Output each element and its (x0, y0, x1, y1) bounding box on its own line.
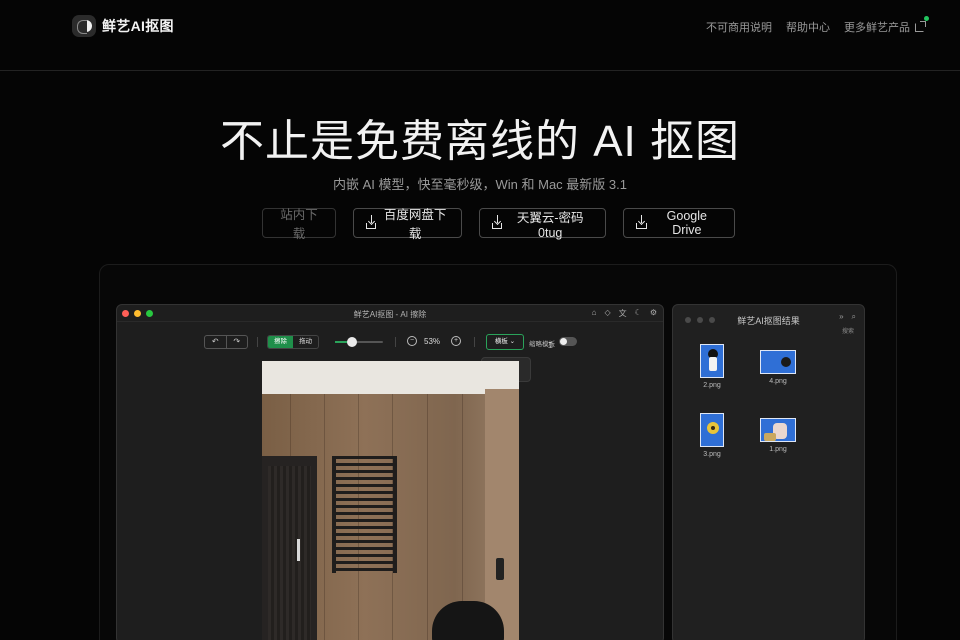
toolbar-divider (257, 337, 258, 347)
search-icon[interactable]: ⌕ (852, 312, 856, 322)
photo-cabinet (262, 456, 317, 640)
brand-logo[interactable]: 鲜艺AI抠图 (72, 14, 174, 38)
photo-flush-plate (496, 558, 504, 580)
undo-icon[interactable]: ↶ (205, 336, 227, 348)
nav-help-center[interactable]: 帮助中心 (786, 19, 830, 35)
brush-size-knob[interactable] (346, 337, 357, 347)
download-google-drive-label: Google Drive (666, 209, 707, 237)
results-title: 鲜艺AI抠图结果 (737, 316, 800, 326)
site-header: 鲜艺AI抠图 不可商用说明 帮助中心 更多鲜艺产品 (0, 0, 960, 71)
toolbar-divider (395, 337, 396, 347)
download-google-drive-button[interactable]: Google Drive (623, 208, 735, 238)
result-file-item[interactable]: 1.png (748, 418, 808, 453)
thumbnail-subject (764, 433, 776, 441)
orientation-select[interactable]: 横板 ⌄ (486, 334, 524, 350)
photo-ceiling (262, 361, 519, 394)
editor-toolbar: ↶ ↷ 擦除 拖动 − 53% + 横板 ⌄ 缩略模板 (117, 333, 663, 351)
result-filename: 4.png (769, 378, 787, 385)
thumbnail-toggle[interactable] (559, 337, 577, 346)
app-window: 鲜艺AI抠图 - AI 擦除 ⌂ ◇ 文 ☾ ⚙ ↶ ↷ 擦除 拖动 − 53%… (116, 304, 664, 640)
results-search-label: 搜索 (841, 329, 854, 335)
zoom-out-icon[interactable]: − (407, 336, 417, 346)
thumbnail-subject (711, 426, 715, 430)
results-tools: » ⌕ (839, 312, 856, 322)
zoom-level: 53% (424, 337, 441, 346)
download-site-button[interactable]: 站内下载 (262, 208, 336, 241)
expand-icon[interactable]: » (839, 312, 843, 322)
result-thumbnail (760, 350, 796, 374)
download-icon (366, 214, 377, 229)
home-icon[interactable]: ⌂ (592, 308, 597, 319)
toolbar-divider (474, 337, 475, 347)
thumbnail-subject (709, 357, 717, 371)
result-file-item[interactable]: 4.png (748, 350, 808, 385)
result-filename: 2.png (703, 382, 721, 389)
download-icon (492, 214, 503, 229)
result-thumbnail (700, 413, 724, 447)
settings-icon[interactable]: ⚙ (650, 308, 657, 319)
photo-cabinet-handle (297, 539, 300, 561)
undo-redo-group: ↶ ↷ (204, 335, 248, 349)
app-titlebar: 鲜艺AI抠图 - AI 擦除 ⌂ ◇ 文 ☾ ⚙ (117, 305, 663, 322)
logo-icon (72, 15, 96, 37)
tag-icon[interactable]: ◇ (605, 308, 611, 319)
download-tianyi-button[interactable]: 天翼云-密码0tug (479, 208, 606, 240)
download-baidu-button[interactable]: 百度网盘下载 (353, 208, 462, 241)
result-file-item[interactable]: 3.png (682, 413, 742, 458)
result-file-item[interactable]: 2.png (682, 344, 742, 389)
translate-icon[interactable]: 文 (619, 308, 627, 319)
nav-more-products[interactable]: 更多鲜艺产品 (844, 16, 929, 35)
download-buttons: 站内下载 百度网盘下载 天翼云-密码0tug Google Drive (262, 208, 735, 241)
result-filename: 3.png (703, 451, 721, 458)
download-site-label: 站内下载 (280, 208, 318, 241)
download-tianyi-label: 天翼云-密码0tug (516, 210, 584, 240)
wall-plank (427, 394, 428, 640)
photo-side-wall (485, 389, 519, 640)
zoom-in-icon[interactable]: + (451, 336, 461, 346)
thumbnail-subject (781, 357, 791, 367)
hero-subtitle: 内嵌 AI 模型，快至毫秒级，Win 和 Mac 最新版 3.1 (333, 177, 627, 192)
brand-name: 鲜艺AI抠图 (102, 18, 174, 34)
editing-canvas-image[interactable] (262, 361, 519, 640)
download-icon (636, 214, 647, 229)
orientation-select-value: 横板 (494, 338, 508, 345)
nav-commercial-notice[interactable]: 不可商用说明 (706, 19, 772, 35)
tool-mode-switch: 擦除 拖动 (267, 335, 319, 349)
drag-mode-tab[interactable]: 拖动 (293, 336, 318, 348)
photo-towel-radiator (332, 456, 397, 573)
redo-icon[interactable]: ↷ (227, 336, 248, 348)
external-link-icon (915, 20, 926, 32)
nav-more-products-label: 更多鲜艺产品 (844, 22, 910, 34)
result-filename: 1.png (769, 446, 787, 453)
new-indicator-dot (924, 16, 929, 21)
result-thumbnail (760, 418, 796, 442)
hero-title: 不止是免费离线的 AI 抠图 (219, 117, 741, 166)
erase-mode-tab[interactable]: 擦除 (268, 336, 293, 348)
wall-plank (324, 394, 325, 640)
brush-size-slider[interactable] (335, 337, 383, 347)
top-nav: 不可商用说明 帮助中心 更多鲜艺产品 (706, 16, 929, 35)
mouse-cursor-icon: ⌶ (548, 341, 553, 350)
titlebar-icons: ⌂ ◇ 文 ☾ ⚙ (592, 308, 657, 319)
download-baidu-label: 百度网盘下载 (383, 208, 447, 241)
result-thumbnail (700, 344, 724, 378)
window-title: 鲜艺AI抠图 - AI 擦除 (353, 310, 427, 319)
moon-icon[interactable]: ☾ (635, 308, 642, 319)
chevron-down-icon: ⌄ (509, 338, 516, 345)
